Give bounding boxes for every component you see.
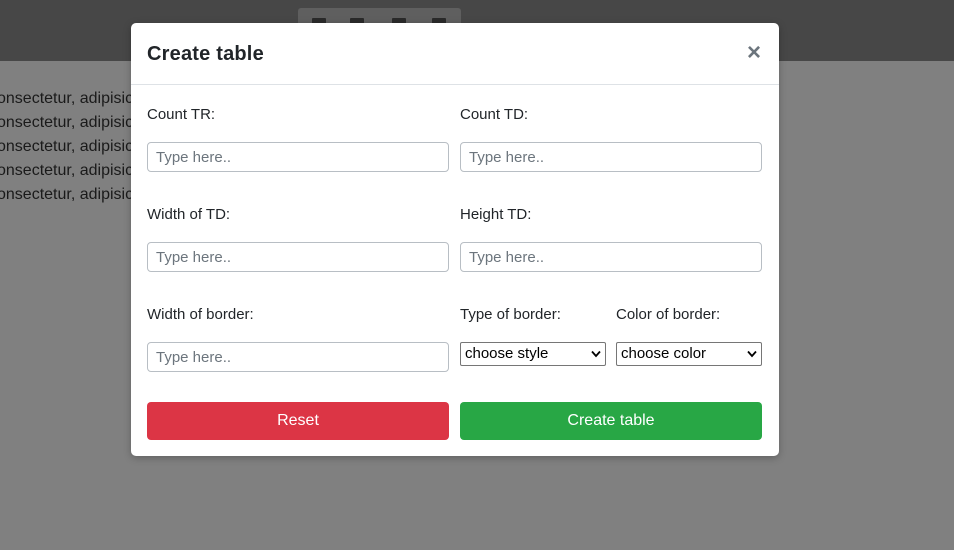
border-style-selected: choose style (465, 345, 549, 362)
close-icon[interactable]: × (745, 39, 763, 67)
chevron-down-icon (747, 350, 757, 358)
count-tr-label: Count TR: (147, 106, 216, 123)
background-text-line: onsectetur, adipisic (0, 186, 134, 203)
width-border-label: Width of border: (147, 306, 254, 323)
background-text-line: onsectetur, adipisic (0, 114, 134, 131)
border-color-select[interactable]: choose color (616, 342, 762, 366)
height-td-input[interactable] (460, 242, 762, 272)
type-border-label: Type of border: (460, 306, 561, 323)
create-table-modal: Create table × Count TR: Count TD: Width… (131, 23, 779, 456)
background-text-line: onsectetur, adipisic (0, 162, 134, 179)
background-text-line: onsectetur, adipisic (0, 138, 134, 155)
height-td-label: Height TD: (460, 206, 532, 223)
width-td-label: Width of TD: (147, 206, 231, 223)
modal-title: Create table (147, 43, 264, 65)
create-table-button[interactable]: Create table (460, 402, 762, 440)
border-style-select[interactable]: choose style (460, 342, 606, 366)
count-tr-input[interactable] (147, 142, 449, 172)
count-td-input[interactable] (460, 142, 762, 172)
chevron-down-icon (591, 350, 601, 358)
width-border-input[interactable] (147, 342, 449, 372)
color-border-label: Color of border: (616, 306, 721, 323)
reset-button[interactable]: Reset (147, 402, 449, 440)
background-text-line: onsectetur, adipisic (0, 90, 134, 107)
modal-header: Create table × (131, 23, 779, 85)
background-text: onsectetur, adipisic onsectetur, adipisi… (0, 87, 133, 207)
width-td-input[interactable] (147, 242, 449, 272)
border-color-selected: choose color (621, 345, 707, 362)
count-td-label: Count TD: (460, 106, 529, 123)
